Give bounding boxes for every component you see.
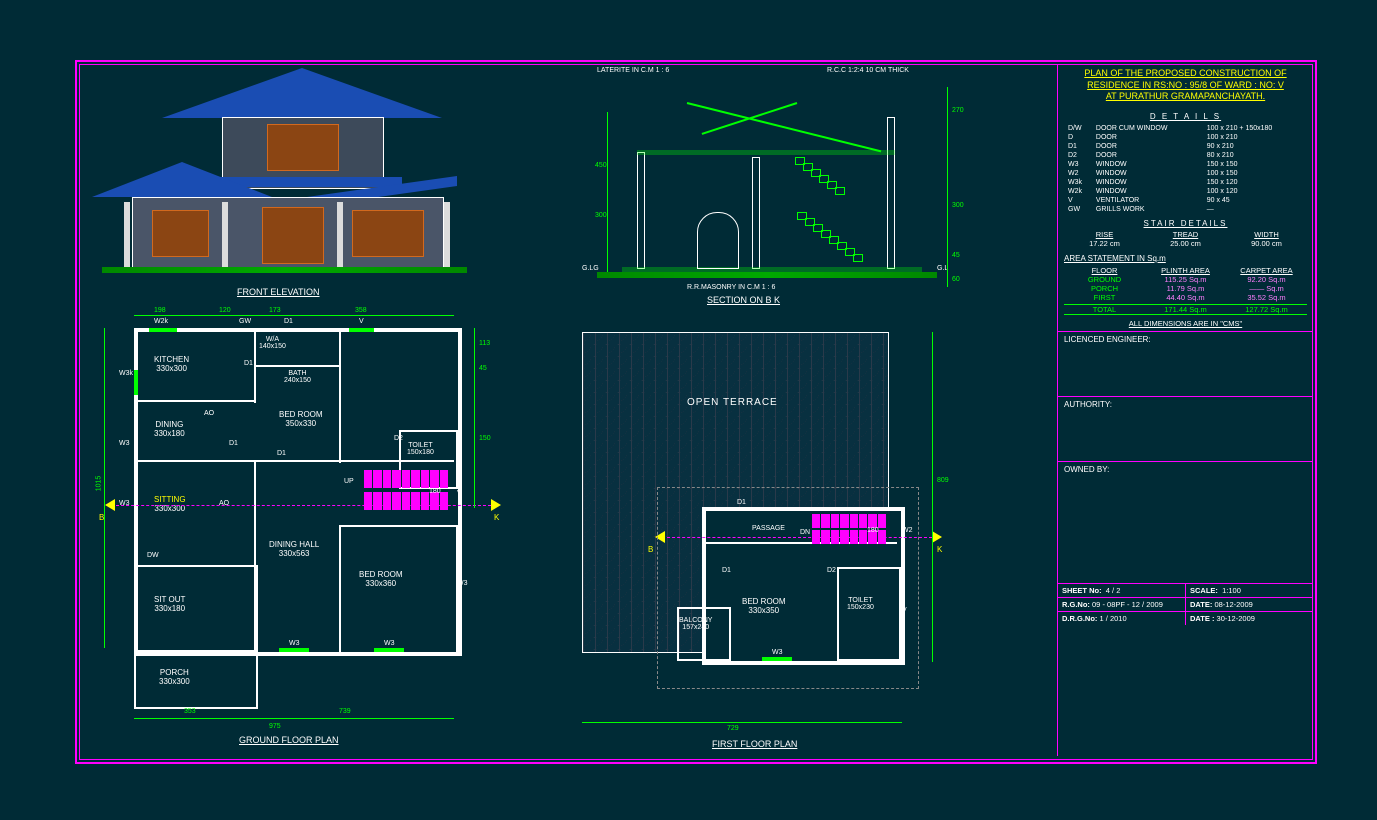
note-rrm: R.R.MASONRY IN C.M 1 : 6 [687,284,775,291]
upper-window [267,124,339,171]
sect-wall-m [752,157,760,269]
gf-stair-up [364,470,449,488]
sect-roof-l [702,102,798,135]
sect-slab-ff [637,150,895,155]
details-section: D E T A I L S D/WDOOR CUM WINDOW100 x 21… [1058,107,1313,331]
cut-mark-k [491,499,501,511]
title-l2: RESIDENCE IN RS:NO : 95/8 OF WARD : NO: … [1087,80,1284,90]
note-glg: G.LG [582,265,599,272]
area-row-first: FIRST 44.40 Sq.m 35.52 Sq.m [1064,293,1307,302]
area-header: AREA STATEMENT IN Sq.m [1064,254,1307,263]
gf-window-l [152,210,209,257]
sect-arch [697,212,739,269]
lower-roof-left [92,162,272,197]
sig-authority: AUTHORITY: [1058,396,1313,461]
column-r2 [444,202,450,267]
stair-cols: RISE TREAD WIDTH [1064,230,1307,239]
area-row-porch: PORCH 11.79 Sq.m —— Sq.m [1064,284,1307,293]
project-title: PLAN OF THE PROPOSED CONSTRUCTION OF RES… [1058,64,1313,107]
note-laterite: LATERITE IN C.M 1 : 6 [597,67,669,74]
sig-engineer: LICENCED ENGINEER: [1058,331,1313,396]
title-panel: PLAN OF THE PROPOSED CONSTRUCTION OF RES… [1057,64,1313,756]
note-rcc: R.C.C 1:2:4 10 CM THICK [827,67,909,74]
title-l3: AT PURATHUR GRAMAPANCHAYATH. [1106,91,1265,101]
column-l1 [124,202,130,267]
porch-wall [134,650,258,709]
sect-wall-l [637,152,645,269]
area-cols: FLOOR PLINTH AREA CARPET AREA [1064,266,1307,275]
details-header: D E T A I L S [1064,112,1307,121]
ff-roof-outline [657,487,919,689]
ground-line-sect [597,272,937,278]
front-elevation: FRONT ELEVATION [102,62,462,312]
column-l2 [222,202,228,267]
sig-owner: OWNED BY: [1058,461,1313,583]
drawing-sheet: PLAN OF THE PROPOSED CONSTRUCTION OF RES… [75,60,1317,764]
sect-wall-r [887,117,895,269]
column-r1 [337,202,343,267]
stair-vals: 17.22 cm 25.00 cm 90.00 cm [1064,239,1307,248]
gf-plan: 198 120 173 358 KITCHEN330x300 W/A140x15… [99,310,509,750]
cut-mark-b [105,499,115,511]
door-window-schedule: D/WDOOR CUM WINDOW100 x 210 + 150x180 DD… [1064,123,1307,215]
gf-title: GROUND FLOOR PLAN [239,735,339,745]
ff-title: FIRST FLOOR PLAN [712,739,797,749]
front-elev-title: FRONT ELEVATION [237,287,320,297]
gf-door [262,207,324,264]
dims-note: ALL DIMENSIONS ARE IN "CMS" [1064,319,1307,328]
drawing-area: FRONT ELEVATION LATERITE IN C.M 1 : 6 R.… [77,62,1052,758]
area-row-total: TOTAL 171.44 Sq.m 127.72 Sq.m [1064,304,1307,315]
gf-window-r [352,210,424,257]
title-l1: PLAN OF THE PROPOSED CONSTRUCTION OF [1084,68,1286,78]
cutline-bk [111,505,491,506]
area-row-ground: GROUND 115.25 Sq.m 92.20 Sq.m [1064,275,1307,284]
stair-header: STAIR DETAILS [1064,219,1307,228]
section-view: LATERITE IN C.M 1 : 6 R.C.C 1:2:4 10 CM … [537,62,977,312]
ff-plan: OPEN TERRACE PASSAGE BED ROOM330x350 TOI… [557,327,977,747]
ground-line-elev [102,267,467,273]
sheet-info: SHEET No: 4 / 2 SCALE: 1:100 R.G.No: 09 … [1058,583,1313,625]
upper-roof [162,68,442,118]
section-title: SECTION ON B K [707,295,780,305]
